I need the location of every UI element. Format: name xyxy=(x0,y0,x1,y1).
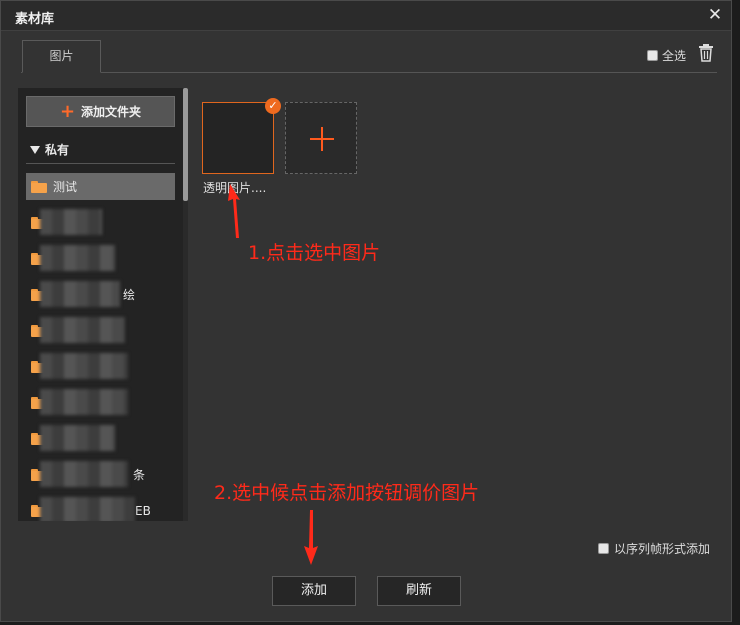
select-all-label: 全选 xyxy=(662,49,687,63)
add-button[interactable]: 添加 xyxy=(272,576,356,606)
checkmark-icon: ✓ xyxy=(265,98,281,114)
folder-label: 绘 xyxy=(123,288,136,302)
add-folder-button[interactable]: + 添加文件夹 xyxy=(26,96,175,127)
blurred-folder-name xyxy=(40,317,125,343)
refresh-button[interactable]: 刷新 xyxy=(377,576,461,606)
blurred-folder-name xyxy=(40,209,102,235)
annotation-step1: 1.点击选中图片 xyxy=(248,242,381,264)
blurred-folder-name xyxy=(40,497,135,521)
plus-icon xyxy=(321,127,323,151)
annotation-arrow-down xyxy=(304,510,318,565)
sequence-frame-label: 以序列帧形式添加 xyxy=(614,542,711,556)
private-section-header[interactable]: 私有 xyxy=(30,141,69,158)
private-section-label: 私有 xyxy=(45,143,70,157)
dialog-title: 素材库 xyxy=(15,12,55,27)
blurred-folder-name xyxy=(40,425,115,451)
folder-label: 条 xyxy=(133,468,146,482)
sequence-frame-checkbox[interactable]: 以序列帧形式添加 xyxy=(598,540,710,557)
select-all-box[interactable] xyxy=(647,50,658,61)
folder-label: EB xyxy=(135,503,151,518)
folder-label: 测试 xyxy=(53,180,78,194)
blurred-folder-name xyxy=(40,389,128,415)
add-folder-label: 添加文件夹 xyxy=(81,105,142,119)
trash-icon[interactable] xyxy=(698,44,714,62)
section-divider xyxy=(26,163,175,164)
image-thumbnail[interactable] xyxy=(202,102,274,174)
tab-images[interactable]: 图片 xyxy=(22,40,101,73)
select-all-checkbox[interactable]: 全选 xyxy=(647,47,686,64)
annotation-step2: 2.选中候点击添加按钮调价图片 xyxy=(214,482,480,504)
annotation-arrow-up xyxy=(228,184,240,238)
scrollbar-thumb[interactable] xyxy=(183,88,188,201)
tab-bar-divider xyxy=(21,72,717,73)
folder-sidebar: + 添加文件夹 私有 测试 绘 条 EB xyxy=(18,88,188,521)
folder-icon xyxy=(31,180,47,193)
add-image-button[interactable] xyxy=(285,102,357,174)
plus-icon: + xyxy=(59,100,76,122)
sidebar-scrollbar[interactable] xyxy=(183,88,188,521)
sequence-frame-box[interactable] xyxy=(598,543,609,554)
blurred-folder-name xyxy=(40,281,120,307)
blurred-folder-name xyxy=(40,461,128,487)
close-icon[interactable]: ✕ xyxy=(705,5,725,25)
title-bar: 素材库 ✕ xyxy=(1,1,731,31)
triangle-down-icon xyxy=(30,145,40,154)
blurred-folder-name xyxy=(40,353,128,379)
blurred-folder-name xyxy=(40,245,115,271)
folder-item[interactable]: 测试 xyxy=(26,173,175,200)
